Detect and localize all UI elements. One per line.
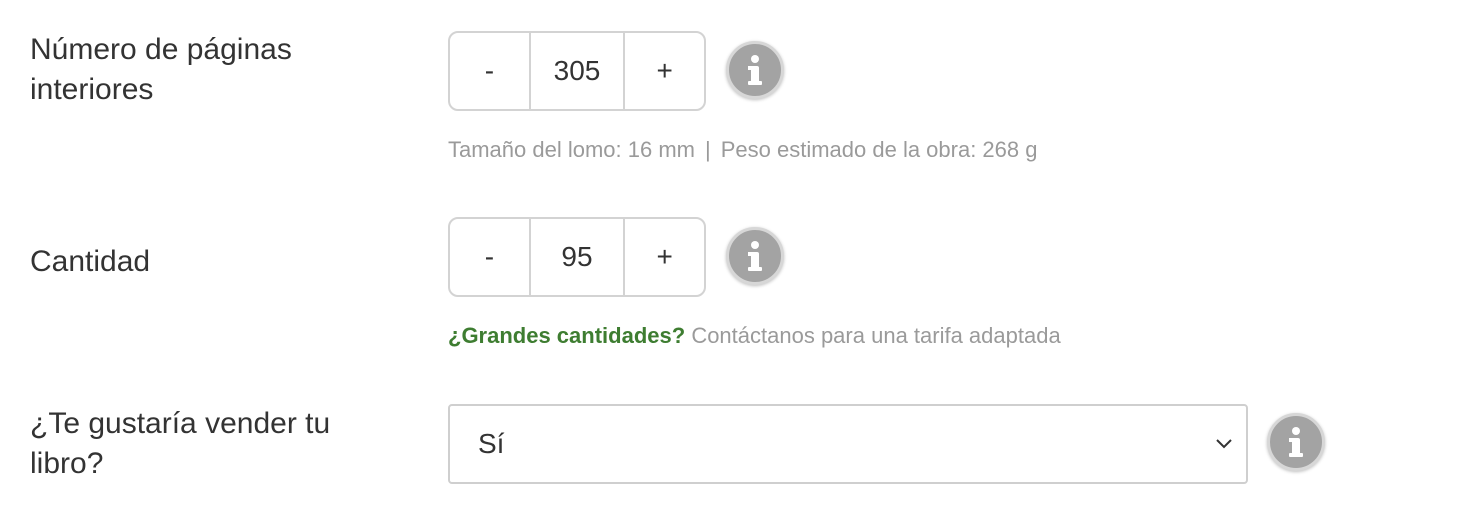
pages-label: Número de páginas interiores (30, 33, 292, 106)
pages-spine-weight-hint: Tamaño del lomo: 16 mm | Peso estimado de … (448, 137, 1037, 163)
spine-size-text: Tamaño del lomo: 16 mm (448, 137, 695, 162)
quantity-decrement-button[interactable]: - (450, 219, 529, 295)
sell-select[interactable]: Sí (448, 404, 1248, 484)
quantity-info-icon[interactable] (726, 227, 784, 285)
quantity-increment-button[interactable]: + (625, 219, 704, 295)
pages-stepper: - 305 + (448, 31, 706, 111)
weight-estimate-text: Peso estimado de la obra: 268 g (720, 137, 1038, 162)
sell-select-value: Sí (478, 428, 505, 459)
sell-label: ¿Te gustaría vender tu libro? (30, 407, 331, 480)
pages-value[interactable]: 305 (528, 33, 626, 109)
bulk-quantity-hint: ¿Grandes cantidades? Contáctanos para un… (448, 323, 1061, 349)
pages-increment-button[interactable]: + (625, 33, 704, 109)
sell-info-icon[interactable] (1267, 413, 1325, 471)
quantity-stepper: - 95 + (448, 217, 706, 297)
hint-separator: | (705, 137, 711, 162)
quantity-value[interactable]: 95 (528, 219, 626, 295)
pages-info-icon[interactable] (726, 41, 784, 99)
pages-decrement-button[interactable]: - (450, 33, 529, 109)
quantity-label: Cantidad (30, 245, 151, 278)
chevron-down-icon (1216, 439, 1232, 449)
bulk-quantity-link[interactable]: ¿Grandes cantidades? (448, 323, 685, 348)
bulk-quantity-text: Contáctanos para una tarifa adaptada (691, 323, 1061, 348)
